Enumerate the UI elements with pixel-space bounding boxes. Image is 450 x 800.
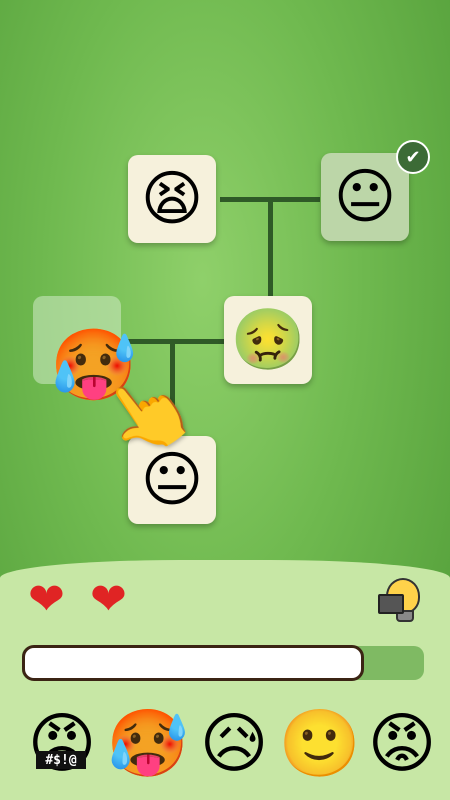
choice-angry[interactable]: 😡: [362, 704, 442, 784]
choice-sad-sweat[interactable]: 😥: [194, 704, 274, 784]
card-vomiting[interactable]: 🤢: [224, 296, 312, 384]
puzzle-board: 😫 😐 ✔ 🤢 🥵 😐 👆: [0, 0, 450, 560]
hot-face-emoji: 🥵: [106, 705, 190, 782]
lightbulb-video-icon: [378, 578, 420, 622]
heart-icon: ❤: [28, 574, 65, 625]
swear-symbols: #$!@: [36, 751, 86, 769]
heart-icon: ❤: [90, 574, 127, 625]
connector-line-vertical-right: [268, 197, 273, 297]
progress-bar: [22, 645, 364, 681]
card-neutral[interactable]: 😐: [321, 153, 409, 241]
check-icon: ✔: [396, 140, 430, 174]
pouting-face-emoji: 😡: [367, 705, 437, 782]
vomiting-face-emoji: 🤢: [230, 305, 306, 375]
hint-button[interactable]: [378, 572, 428, 622]
neutral-face-emoji: 😐: [333, 162, 397, 232]
card-vomiting-squint[interactable]: 😫: [128, 155, 216, 243]
vomiting-squint-emoji: 😫: [140, 164, 204, 234]
choice-angry-swearing[interactable]: 😠: [22, 704, 102, 784]
choice-hot-face[interactable]: 🥵: [106, 704, 190, 784]
slight-smile-emoji: 🙂: [278, 705, 362, 782]
choice-smile[interactable]: 🙂: [278, 704, 362, 784]
sad-sweat-face-emoji: 😥: [199, 705, 269, 782]
